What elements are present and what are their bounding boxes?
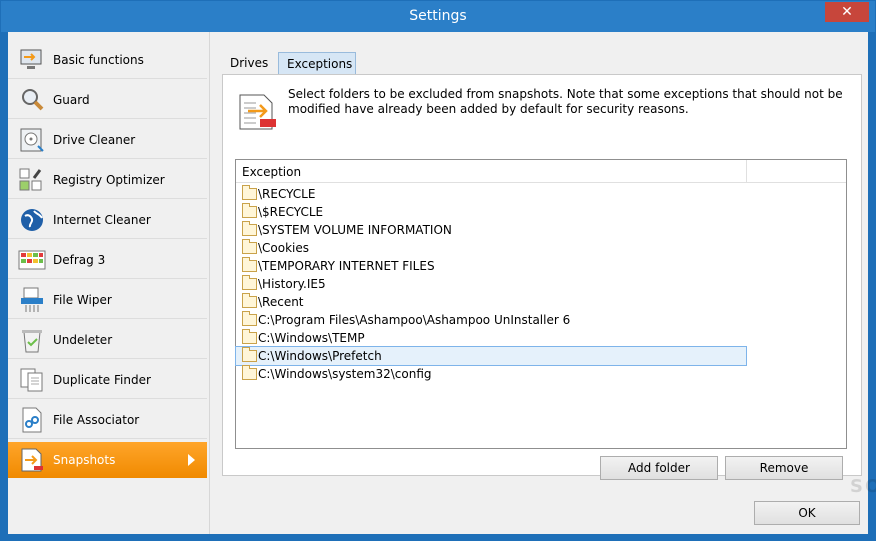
folder-icon: [242, 311, 257, 326]
folder-icon: [242, 257, 257, 272]
sidebar-item-label: Basic functions: [53, 53, 144, 67]
list-item[interactable]: \Recent: [236, 293, 746, 311]
folder-icon: [242, 347, 257, 362]
list-item-label: C:\Windows\TEMP: [258, 331, 365, 345]
list-item[interactable]: \Cookies: [236, 239, 746, 257]
list-item-label: \History.IE5: [258, 277, 326, 291]
list-item-label: \$RECYCLE: [258, 205, 324, 219]
close-button[interactable]: ✕: [825, 2, 869, 22]
folder-icon: [242, 185, 257, 200]
folder-icon: [242, 275, 257, 290]
sidebar-item-label: Drive Cleaner: [53, 133, 136, 147]
list-item-label: \RECYCLE: [258, 187, 316, 201]
sidebar-item-guard[interactable]: Guard: [8, 82, 207, 119]
list-item-label: C:\Windows\system32\config: [258, 367, 432, 381]
list-header[interactable]: Exception: [236, 160, 846, 183]
list-item-label: C:\Program Files\Ashampoo\Ashampoo UnIns…: [258, 313, 571, 327]
sidebar-item-label: File Wiper: [53, 293, 112, 307]
sidebar: Basic functions Guard Drive Cleaner Regi…: [8, 32, 209, 534]
list-item[interactable]: \RECYCLE: [236, 185, 746, 203]
basic-functions-icon: [20, 49, 42, 69]
sidebar-item-defrag-3[interactable]: Defrag 3: [8, 242, 207, 279]
sidebar-item-internet-cleaner[interactable]: Internet Cleaner: [8, 202, 207, 239]
sidebar-item-label: Duplicate Finder: [53, 373, 151, 387]
chevron-right-icon: [188, 454, 195, 466]
column-separator[interactable]: [746, 160, 747, 182]
list-item-label: \Cookies: [258, 241, 310, 255]
sidebar-item-snapshots[interactable]: Snapshots: [8, 442, 207, 478]
sidebar-item-label: File Associator: [53, 413, 140, 427]
sidebar-item-label: Guard: [53, 93, 90, 107]
list-item[interactable]: \TEMPORARY INTERNET FILES: [236, 257, 746, 275]
sidebar-item-drive-cleaner[interactable]: Drive Cleaner: [8, 122, 207, 159]
list-item-label: C:\Windows\Prefetch: [258, 349, 382, 363]
file-wiper-icon: [21, 287, 43, 312]
sidebar-item-undeleter[interactable]: Undeleter: [8, 322, 207, 359]
sidebar-item-label: Defrag 3: [53, 253, 106, 267]
sidebar-item-duplicate-finder[interactable]: Duplicate Finder: [8, 362, 207, 399]
main-content: Drives Exceptions Select folders to be e…: [210, 32, 876, 534]
sidebar-item-label: Undeleter: [53, 333, 113, 347]
sidebar-item-label: Registry Optimizer: [53, 173, 165, 187]
guard-icon: [22, 89, 44, 111]
tab-exceptions[interactable]: Exceptions: [278, 52, 356, 75]
sidebar-item-basic-functions[interactable]: Basic functions: [8, 42, 207, 79]
exceptions-description: Select folders to be excluded from snaps…: [288, 87, 843, 116]
folder-icon: [242, 221, 257, 236]
list-item[interactable]: \SYSTEM VOLUME INFORMATION: [236, 221, 746, 239]
list-item[interactable]: \History.IE5: [236, 275, 746, 293]
undeleter-icon: [22, 330, 42, 353]
folder-icon: [242, 239, 257, 254]
folder-icon: [242, 203, 257, 218]
column-header-exception[interactable]: Exception: [242, 165, 301, 179]
internet-cleaner-icon: [21, 209, 43, 231]
tab-drives[interactable]: Drives: [222, 52, 276, 74]
list-item-label: \Recent: [258, 295, 304, 309]
watermark: SOFTPEDIA: [850, 476, 876, 497]
exceptions-list[interactable]: Exception \RECYCLE \$RECYCLE \SYSTEM VOL…: [235, 159, 847, 449]
sidebar-item-registry-optimizer[interactable]: Registry Optimizer: [8, 162, 207, 199]
registry-optimizer-icon: [19, 168, 42, 191]
folder-icon: [242, 293, 257, 308]
list-item-label: \TEMPORARY INTERNET FILES: [258, 259, 435, 273]
exceptions-panel: Select folders to be excluded from snaps…: [222, 74, 862, 480]
sidebar-item-label: Snapshots: [53, 453, 116, 467]
file-associator-icon: [22, 407, 42, 433]
settings-window: Settings ✕ Basic functions Guard Drive C…: [0, 0, 876, 541]
client-area: Basic functions Guard Drive Cleaner Regi…: [8, 32, 876, 534]
folder-icon: [242, 329, 257, 344]
list-item[interactable]: C:\Program Files\Ashampoo\Ashampoo UnIns…: [236, 311, 746, 329]
defrag-icon: [18, 250, 46, 270]
snapshots-icon: [21, 448, 43, 472]
window-title: Settings: [409, 8, 467, 24]
list-item-selected[interactable]: C:\Windows\Prefetch: [235, 346, 747, 366]
remove-button[interactable]: Remove: [725, 456, 843, 480]
list-item[interactable]: C:\Windows\TEMP: [236, 329, 746, 347]
folder-icon: [242, 365, 257, 380]
sidebar-item-file-wiper[interactable]: File Wiper: [8, 282, 207, 319]
ok-button[interactable]: OK: [754, 501, 860, 525]
list-item[interactable]: C:\Windows\system32\config: [236, 365, 746, 383]
sidebar-item-file-associator[interactable]: File Associator: [8, 402, 207, 439]
snapshots-icon: [239, 94, 276, 130]
sidebar-item-label: Internet Cleaner: [53, 213, 151, 227]
drive-cleaner-icon: [20, 128, 44, 152]
title-bar[interactable]: Settings ✕: [1, 1, 875, 32]
duplicate-finder-icon: [20, 368, 43, 392]
list-item-label: \SYSTEM VOLUME INFORMATION: [258, 223, 452, 237]
list-item[interactable]: \$RECYCLE: [236, 203, 746, 221]
add-folder-button[interactable]: Add folder: [600, 456, 718, 480]
